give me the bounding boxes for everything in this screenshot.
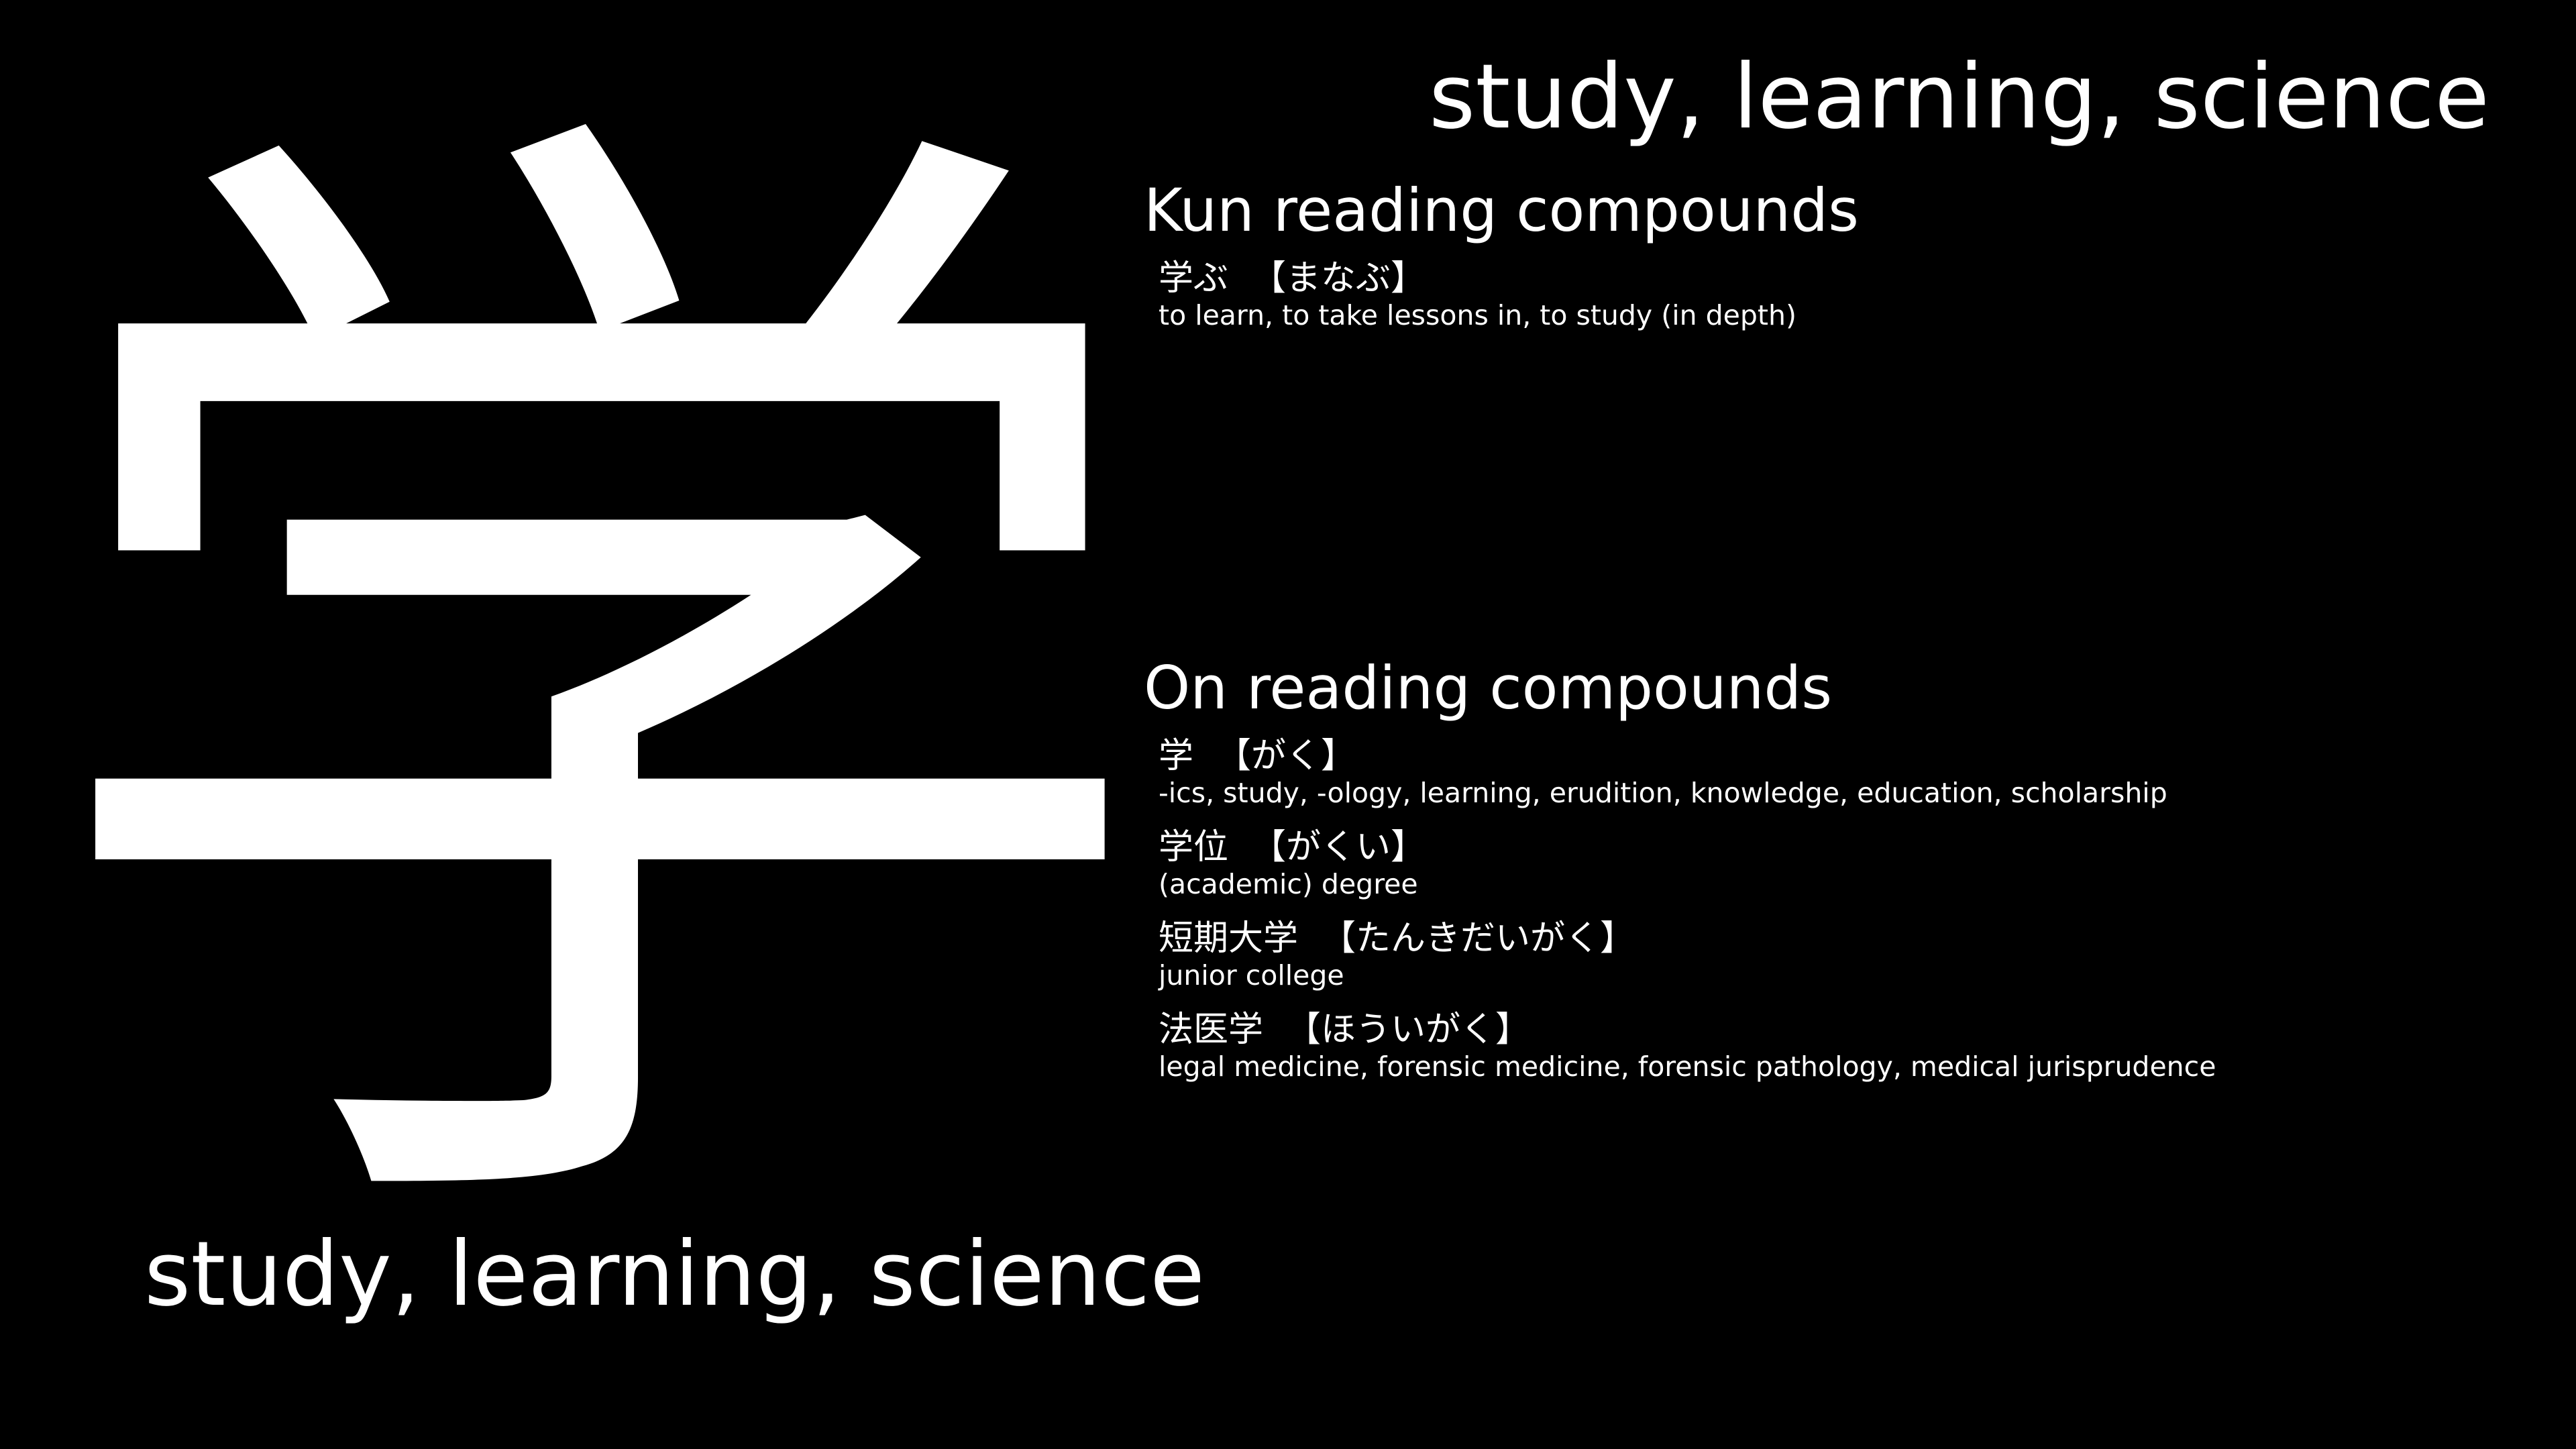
compound-reading: 【ほういがく】 <box>1286 1010 1531 1050</box>
compound-reading: 【がく】 <box>1216 736 1356 776</box>
compound-word-line: 学ぶ 【まなぶ】 <box>1159 258 1859 299</box>
compound-reading: 【まなぶ】 <box>1251 258 1426 299</box>
on-compound-entry: 法医学 【ほういがく】 legal medicine, forensic medi… <box>1159 1009 2216 1083</box>
compound-reading: 【がくい】 <box>1251 827 1426 867</box>
on-compound-entry: 短期大学 【たんきだいがく】 junior college <box>1159 918 2216 991</box>
kun-compound-entry: 学ぶ 【まなぶ】 to learn, to take lessons in, to… <box>1159 258 1859 331</box>
kun-reading-section: Kun reading compounds 学ぶ 【まなぶ】 to learn, … <box>1144 173 1859 349</box>
compound-word-line: 短期大学 【たんきだいがく】 <box>1159 918 2216 959</box>
meaning-caption-bottom: study, learning, science <box>144 1223 1205 1326</box>
meaning-heading-top: study, learning, science <box>1429 46 2489 149</box>
kanji-character: 学 <box>27 34 1167 1361</box>
compound-word: 短期大学 <box>1159 918 1299 959</box>
compound-gloss: (academic) degree <box>1159 868 1418 900</box>
compound-word: 学ぶ <box>1159 258 1229 299</box>
on-compound-entry: 学位 【がくい】 (academic) degree <box>1159 826 2216 900</box>
compound-gloss: to learn, to take lessons in, to study (… <box>1159 299 1796 331</box>
compound-word-line: 法医学 【ほういがく】 <box>1159 1009 2216 1051</box>
compound-gloss: junior college <box>1159 959 1344 991</box>
compound-word: 法医学 <box>1159 1010 1264 1050</box>
kun-section-heading: Kun reading compounds <box>1144 176 1859 245</box>
compound-gloss: -ics, study, -ology, learning, erudition… <box>1159 777 2167 809</box>
compound-reading: 【たんきだいがく】 <box>1321 918 1635 959</box>
compound-word: 学 <box>1159 736 1194 776</box>
compound-word-line: 学位 【がくい】 <box>1159 826 2216 868</box>
on-compound-entry: 学【がく】 -ics, study, -ology, learning, eru… <box>1159 735 2216 809</box>
compound-gloss: legal medicine, forensic medicine, foren… <box>1159 1051 2216 1083</box>
compound-word-line: 学【がく】 <box>1159 735 2216 777</box>
on-section-heading: On reading compounds <box>1144 653 1833 722</box>
on-reading-section: On reading compounds 学【がく】 -ics, study, … <box>1144 651 2216 1100</box>
compound-word: 学位 <box>1159 827 1229 867</box>
